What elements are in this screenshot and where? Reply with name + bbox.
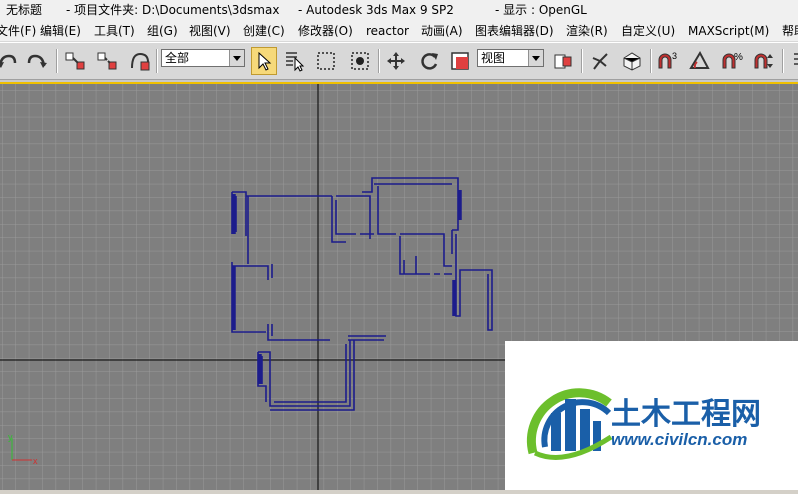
selection-filter-dropdown[interactable]: 全部 — [161, 49, 245, 67]
toolbar-separator — [378, 49, 380, 73]
select-and-link-button[interactable] — [62, 47, 88, 75]
undo-icon — [0, 54, 17, 68]
undo-button[interactable] — [0, 47, 20, 75]
reference-coordinate-dropdown[interactable]: 视图 — [477, 49, 544, 67]
keyboard-cube-icon — [623, 52, 641, 71]
menu-create[interactable]: 创建(C) — [243, 21, 285, 42]
title-bar: 无标题 - 项目文件夹: D:\Documents\3dsmax - Autod… — [0, 0, 798, 21]
watermark-panel: 土木工程网 www.civilcn.com — [505, 341, 798, 490]
snap-dimension-label: 3 — [672, 51, 677, 61]
percent-snap-icon: % — [722, 52, 743, 69]
selection-filter-value: 全部 — [165, 51, 190, 65]
select-and-manipulate-button[interactable] — [587, 47, 613, 75]
brand-url: www.civilcn.com — [611, 430, 747, 449]
axis-x-label: x — [33, 456, 38, 466]
menu-reactor[interactable]: reactor — [366, 21, 409, 42]
move-icon — [387, 52, 405, 70]
watermark-graphic: 土木工程网 www.civilcn.com — [526, 388, 761, 460]
project-folder-text: - 项目文件夹: D:\Documents\3dsmax — [66, 3, 280, 17]
menu-file[interactable]: 文件(F) — [0, 21, 36, 42]
pivot-center-icon — [554, 54, 572, 69]
menu-maxscript[interactable]: MAXScript(M) — [688, 21, 769, 42]
app-name-text: - Autodesk 3ds Max 9 SP2 — [298, 3, 454, 17]
unlink-selection-button[interactable] — [94, 47, 120, 75]
menu-customize[interactable]: 自定义(U) — [621, 21, 675, 42]
menu-edit[interactable]: 编辑(E) — [40, 21, 81, 42]
use-pivot-point-center-button[interactable] — [550, 47, 576, 75]
toolbar-separator — [156, 49, 158, 73]
redo-icon — [27, 54, 47, 68]
select-and-scale-button[interactable] — [447, 47, 473, 75]
select-and-move-button[interactable] — [383, 47, 409, 75]
menu-rendering[interactable]: 渲染(R) — [566, 21, 608, 42]
named-selection-button[interactable] — [786, 47, 798, 75]
select-object-button[interactable] — [251, 47, 277, 75]
axis-y-label: y — [8, 432, 13, 442]
menu-views[interactable]: 视图(V) — [189, 21, 231, 42]
rectangular-selection-button[interactable] — [313, 47, 339, 75]
brand-title: 土木工程网 — [611, 397, 761, 432]
spinner-snap-toggle-button[interactable] — [751, 47, 777, 75]
menu-animation[interactable]: 动画(A) — [421, 21, 463, 42]
menu-help[interactable]: 帮助 — [782, 21, 798, 42]
chevron-down-icon — [528, 50, 543, 66]
redo-button[interactable] — [24, 47, 50, 75]
menu-graph-editors[interactable]: 图表编辑器(D) — [475, 21, 554, 42]
spinner-snap-icon — [754, 53, 773, 69]
unlink-icon — [97, 52, 117, 70]
snaps-toggle-button[interactable]: 3 — [655, 47, 681, 75]
scale-icon — [451, 52, 469, 70]
reference-coordinate-value: 视图 — [481, 51, 506, 65]
window-crossing-button[interactable] — [347, 47, 373, 75]
space-warp-icon — [131, 52, 150, 71]
bind-to-space-warp-button[interactable] — [127, 47, 153, 75]
select-and-rotate-button[interactable] — [416, 47, 442, 75]
percent-label: % — [734, 52, 743, 63]
menu-bar: 文件(F) 编辑(E) 工具(T) 组(G) 视图(V) 创建(C) 修改器(O… — [0, 21, 798, 42]
window-crossing-icon — [351, 52, 369, 70]
document-title: 无标题 — [6, 3, 43, 17]
manipulate-icon — [592, 53, 608, 70]
select-by-name-icon — [286, 52, 305, 72]
named-selection-icon — [794, 53, 798, 65]
toolbar-separator — [782, 49, 784, 73]
menu-modifiers[interactable]: 修改器(O) — [298, 21, 353, 42]
toolbar-separator — [56, 49, 58, 73]
toolbar-separator — [581, 49, 583, 73]
main-toolbar: 全部 视图 3 % — [0, 42, 798, 80]
toolbar-separator — [650, 49, 652, 73]
menu-group[interactable]: 组(G) — [147, 21, 178, 42]
display-mode-text: - 显示 : OpenGL — [495, 3, 587, 17]
cursor-arrow-icon — [258, 51, 272, 71]
link-icon — [65, 52, 85, 70]
select-by-name-button[interactable] — [281, 47, 307, 75]
chevron-down-icon — [229, 50, 244, 66]
angle-snap-toggle-button[interactable] — [687, 47, 713, 75]
percent-snap-toggle-button[interactable]: % — [719, 47, 745, 75]
civilcn-logo — [526, 388, 613, 460]
snap-magnet-icon: 3 — [658, 51, 677, 69]
rectangle-selection-icon — [317, 52, 335, 70]
menu-tools[interactable]: 工具(T) — [94, 21, 135, 42]
keyboard-shortcut-override-button[interactable] — [619, 47, 645, 75]
angle-snap-icon — [689, 50, 710, 69]
rotate-icon — [421, 53, 438, 70]
